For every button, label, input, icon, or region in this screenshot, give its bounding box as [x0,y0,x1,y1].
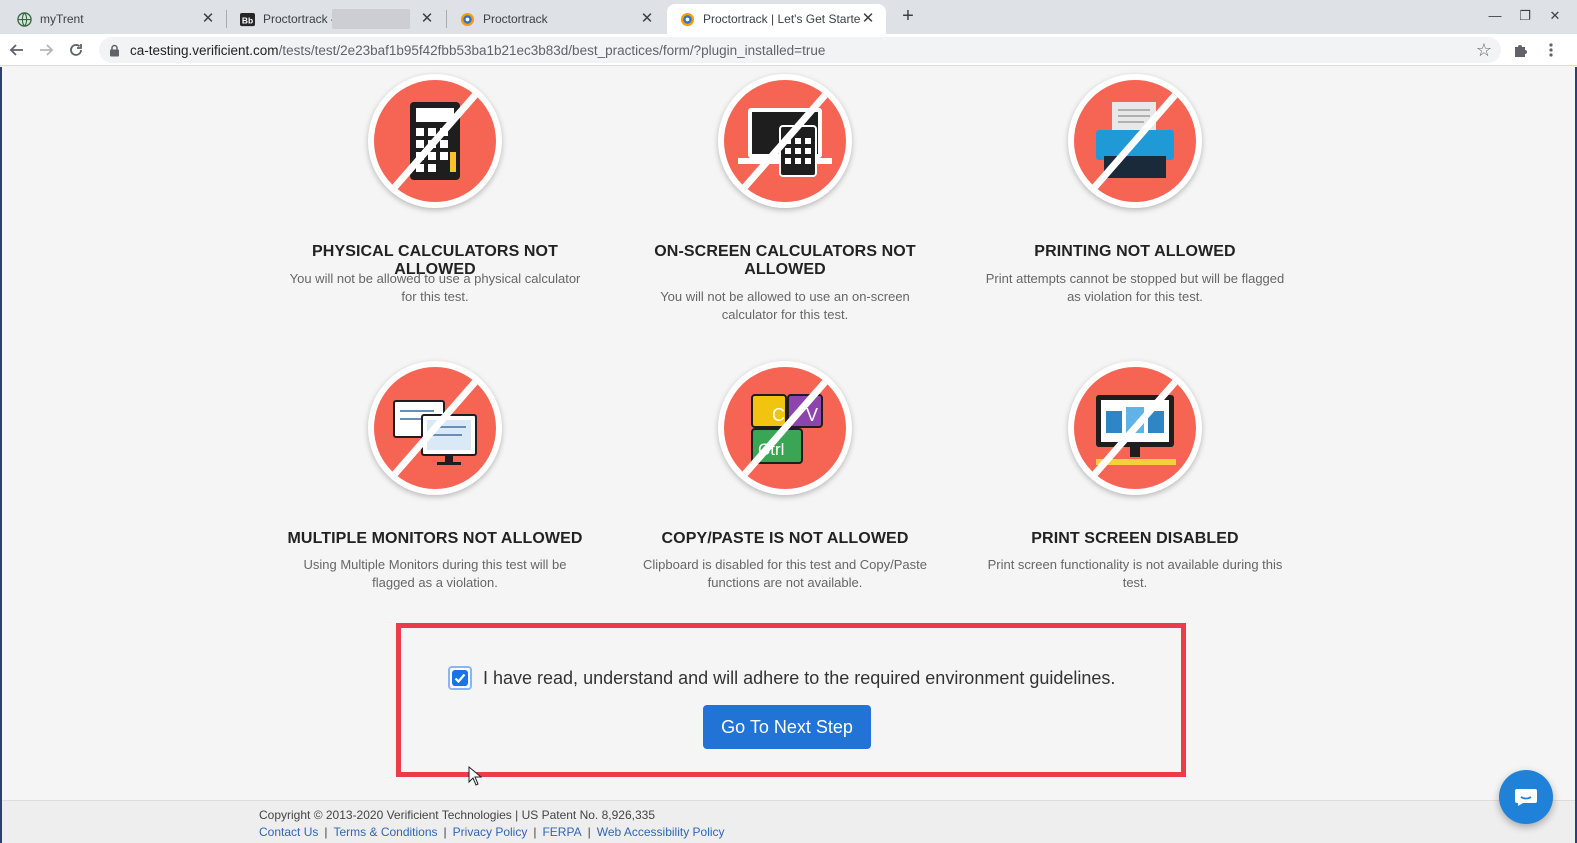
chat-widget-button[interactable] [1499,770,1553,824]
footer-links: Contact Us | Terms & Conditions | Privacy Po… [259,825,725,839]
multiple-monitors-icon [368,361,502,495]
redacted-region [332,9,410,29]
minimize-button[interactable]: — [1481,4,1509,28]
mouse-cursor-icon [468,765,483,791]
rule-description: Using Multiple Monitors during this test… [303,557,567,590]
link-separator: | [443,825,447,839]
window-close-button[interactable]: ✕ [1541,4,1569,28]
rule-description: You will not be allowed to use an on-scr… [660,289,910,322]
url-domain: ca-testing.verificient.com [130,42,279,58]
url-path: /tests/test/2e23baf1b95f42fbb53ba1b21ec3… [278,42,826,58]
go-to-next-step-button[interactable]: Go To Next Step [703,705,871,749]
tab-proctortrack-blackboard[interactable]: Bb Proctortrack – ✕ [227,4,445,34]
print-screen-icon [1068,361,1202,495]
chat-bubble-icon [1515,789,1537,806]
tab-title: Proctortrack [483,12,548,26]
tab-mytrent[interactable]: myTrent ✕ [4,4,226,34]
close-icon[interactable]: ✕ [639,11,655,27]
checkbox-fill [452,670,468,686]
rule-title: PRINT SCREEN DISABLED [1031,530,1239,547]
agreement-label[interactable]: I have read, understand and will adhere … [483,668,1115,689]
tab-title: Proctortrack | Let's Get Started [703,12,860,26]
lock-icon [109,43,121,57]
c-key-label: C [772,405,785,425]
onscreen-calculator-icon [718,74,852,208]
arrow-right-icon [40,44,54,56]
proctortrack-icon [679,11,695,27]
tab-title: myTrent [40,12,84,26]
agreement-section: I have read, understand and will adhere … [396,623,1186,777]
proctortrack-icon [459,11,475,27]
rule-title: MULTIPLE MONITORS NOT ALLOWED [287,530,583,547]
svg-text:Bb: Bb [241,15,252,25]
tab-proctortrack[interactable]: Proctortrack ✕ [447,4,665,34]
extensions-puzzle-icon[interactable] [1510,39,1532,61]
browser-tab-strip: myTrent ✕ Bb Proctortrack – ✕ Proctortra… [0,0,1577,34]
agreement-checkbox[interactable] [448,666,472,690]
terms-link[interactable]: Terms & Conditions [333,825,437,839]
copyright-text: Copyright © 2013-2020 Verificient Techno… [259,808,655,822]
tab-proctortrack-get-started[interactable]: Proctortrack | Let's Get Started ✕ [667,4,886,34]
link-separator: | [533,825,537,839]
v-key-label: V [806,405,818,425]
page-content: PHYSICAL CALCULATORS NOT ALLOWED You wil… [0,67,1577,843]
close-icon[interactable]: ✕ [419,11,435,27]
close-icon[interactable]: ✕ [200,11,216,27]
browser-toolbar: ca-testing.verificient.com/tests/test/2e… [0,34,1577,66]
rule-description: Print attempts cannot be stopped but wil… [985,271,1285,304]
forward-button[interactable] [35,39,57,61]
blackboard-icon: Bb [239,11,255,27]
address-bar[interactable]: ca-testing.verificient.com/tests/test/2e… [99,37,1501,63]
url-text: ca-testing.verificient.com/tests/test/2e… [130,43,825,58]
privacy-policy-link[interactable]: Privacy Policy [453,825,528,839]
close-icon[interactable]: ✕ [860,11,876,27]
page-footer: Copyright © 2013-2020 Verificient Techno… [2,800,1575,843]
printer-icon [1068,74,1202,208]
arrow-left-icon [9,44,23,56]
rule-title: ON-SCREEN CALCULATORS NOT ALLOWED [654,243,916,278]
reload-button[interactable] [65,39,87,61]
link-separator: | [587,825,591,839]
calculator-icon [368,74,502,208]
checkmark-icon [454,673,466,684]
kebab-menu-icon[interactable] [1540,39,1562,61]
contact-us-link[interactable]: Contact Us [259,825,318,839]
globe-icon [16,11,32,27]
rule-title: COPY/PASTE IS NOT ALLOWED [661,530,909,547]
copy-paste-keys-icon: C V Ctrl [718,361,852,495]
reload-icon [70,44,82,56]
rule-description: Clipboard is disabled for this test and … [643,557,927,590]
ferpa-link[interactable]: FERPA [542,825,581,839]
back-button[interactable] [6,39,28,61]
rule-title: PRINTING NOT ALLOWED [1034,243,1236,260]
web-accessibility-link[interactable]: Web Accessibility Policy [597,825,725,839]
restore-button[interactable]: ❐ [1511,4,1539,28]
rule-description: You will not be allowed to use a physica… [289,271,581,304]
link-separator: | [324,825,328,839]
bookmark-star-icon[interactable]: ☆ [1473,39,1495,61]
new-tab-button[interactable]: + [898,6,918,28]
rule-description: Print screen functionality is not availa… [987,557,1283,590]
